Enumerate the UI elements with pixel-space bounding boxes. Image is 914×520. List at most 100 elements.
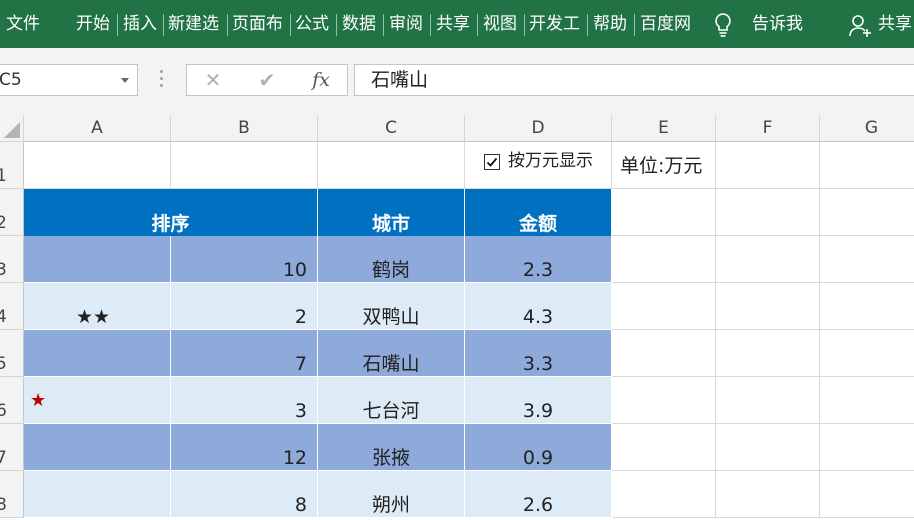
column-header-a[interactable]: A [24,115,171,142]
header-rank[interactable]: 排序 [24,189,318,236]
drag-handle-icon[interactable] [160,70,164,90]
table-row-city[interactable]: 双鸭山 [318,283,465,330]
tab-insert[interactable]: 插入 [123,0,157,48]
cell-g5[interactable] [820,330,914,377]
cell-f7[interactable] [716,424,820,471]
column-header-g[interactable]: G [820,115,914,142]
table-row-rank[interactable]: 3 [171,377,318,424]
cell-f6[interactable] [716,377,820,424]
worksheet-grid[interactable]: A B C D E F G 1 2 3 4 5 6 7 8 按万元显示 单位:万… [0,115,914,520]
cell-g6[interactable] [820,377,914,424]
tab-baidu-netdisk[interactable]: 百度网 [640,0,691,48]
lightbulb-icon[interactable] [712,12,734,38]
column-header-d[interactable]: D [465,115,612,142]
tell-me-search[interactable]: 告诉我 [752,0,803,48]
cell-e7[interactable] [612,424,716,471]
table-row-amount[interactable]: 3.9 [465,377,612,424]
header-amount[interactable]: 金额 [465,189,612,236]
column-header-c[interactable]: C [318,115,465,142]
table-row-city[interactable]: 张掖 [318,424,465,471]
table-row-amount[interactable]: 0.9 [465,424,612,471]
cell-f4[interactable] [716,283,820,330]
table-row-city[interactable]: 鹤岗 [318,236,465,283]
table-row-city[interactable]: 石嘴山 [318,330,465,377]
cell-g4[interactable] [820,283,914,330]
table-row-rank[interactable]: 8 [171,471,318,518]
table-row-city[interactable]: 朔州 [318,471,465,518]
cell-e6[interactable] [612,377,716,424]
cell-g1[interactable] [820,142,914,189]
star-rating: ★ [30,390,47,411]
table-row-star[interactable] [24,330,171,377]
cell-f2[interactable] [716,189,820,236]
cell-e8[interactable] [612,471,716,518]
tab-developer[interactable]: 开发工 [529,0,580,48]
chevron-down-icon[interactable] [121,78,129,83]
name-box[interactable]: C5 [0,64,138,96]
formula-input[interactable]: 石嘴山 [354,64,914,96]
cell-f5[interactable] [716,330,820,377]
row-header-7[interactable]: 7 [0,424,24,471]
formula-bar: C5 ✕ ✔ fx 石嘴山 [0,48,914,116]
row-header-2[interactable]: 2 [0,189,24,236]
person-add-icon[interactable] [848,13,872,39]
table-row-amount[interactable]: 2.6 [465,471,612,518]
table-row-amount[interactable]: 4.3 [465,283,612,330]
tab-separator [524,14,525,36]
column-header-e[interactable]: E [612,115,716,142]
table-row-rank[interactable]: 7 [171,330,318,377]
table-row-rank[interactable]: 2 [171,283,318,330]
table-row-rank[interactable]: 12 [171,424,318,471]
tab-home[interactable]: 开始 [76,0,110,48]
row-header-8[interactable]: 8 [0,471,24,518]
select-all-button[interactable] [0,115,24,142]
cancel-icon[interactable]: ✕ [193,65,233,95]
tab-view[interactable]: 视图 [483,0,517,48]
tab-data[interactable]: 数据 [342,0,376,48]
row-header-1[interactable]: 1 [0,142,24,189]
cell-a1[interactable] [24,142,171,189]
insert-function-icon[interactable]: fx [301,65,341,95]
tab-review[interactable]: 审阅 [389,0,423,48]
table-row-star[interactable] [24,471,171,518]
tab-file[interactable]: 文件 [6,0,40,48]
cell-f8[interactable] [716,471,820,518]
table-row-star[interactable] [24,424,171,471]
cell-g2[interactable] [820,189,914,236]
cell-b1[interactable] [171,142,318,189]
table-row-star[interactable] [24,236,171,283]
table-row-rank[interactable]: 10 [171,236,318,283]
show-in-10k-checkbox[interactable] [484,154,500,170]
tab-page-layout[interactable]: 页面布 [232,0,283,48]
header-city[interactable]: 城市 [318,189,465,236]
table-row-star[interactable]: ★★ [24,283,171,330]
checkbox-label[interactable]: 按万元显示 [508,149,593,173]
tab-share[interactable]: 共享 [436,0,470,48]
cell-c1[interactable] [318,142,465,189]
column-header-b[interactable]: B [171,115,318,142]
cell-f1[interactable] [716,142,820,189]
share-button[interactable]: 共享 [878,0,912,48]
cell-g7[interactable] [820,424,914,471]
tab-new-tab[interactable]: 新建选 [168,0,219,48]
row-header-4[interactable]: 4 [0,283,24,330]
table-row-amount[interactable]: 2.3 [465,236,612,283]
amount-value: 3.9 [522,400,554,422]
enter-icon[interactable]: ✔ [247,65,287,95]
row-header-3[interactable]: 3 [0,236,24,283]
table-row-city[interactable]: 七台河 [318,377,465,424]
row-header-6[interactable]: 6 [0,377,24,424]
tab-formulas[interactable]: 公式 [295,0,329,48]
cell-g8[interactable] [820,471,914,518]
cell-e4[interactable] [612,283,716,330]
cell-e2[interactable] [612,189,716,236]
row-header-5[interactable]: 5 [0,330,24,377]
cell-g3[interactable] [820,236,914,283]
cell-e5[interactable] [612,330,716,377]
cell-f3[interactable] [716,236,820,283]
column-header-f[interactable]: F [716,115,820,142]
cell-e3[interactable] [612,236,716,283]
table-row-star[interactable]: ★ [24,377,171,424]
tab-help[interactable]: 帮助 [593,0,627,48]
table-row-amount[interactable]: 3.3 [465,330,612,377]
